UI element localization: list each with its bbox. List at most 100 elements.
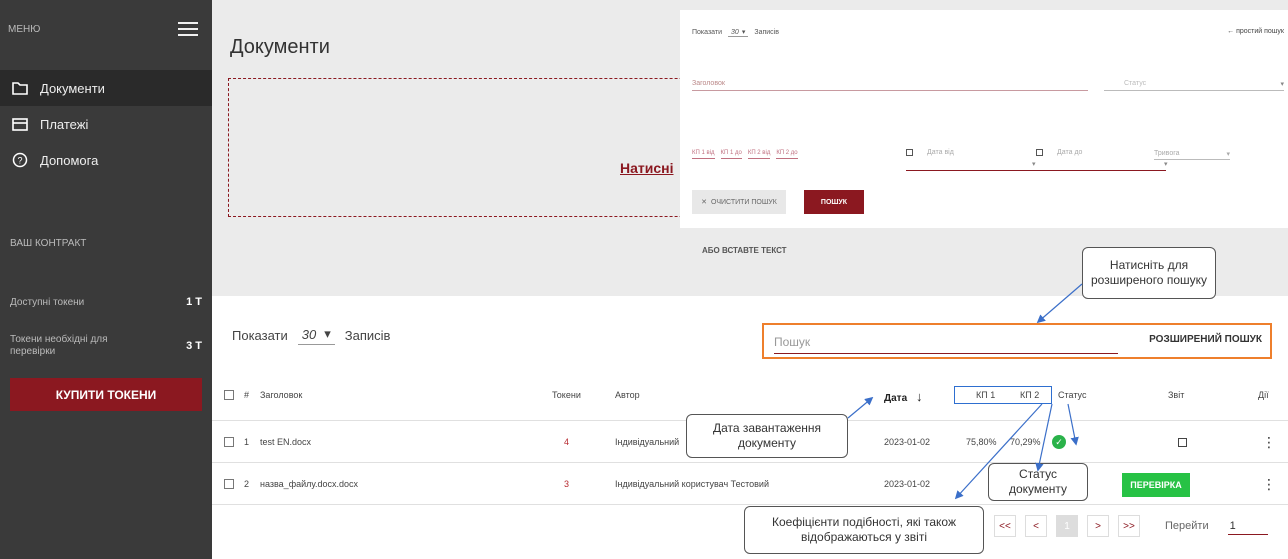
callout-upload-date: Дата завантаження документу [686, 414, 848, 458]
row-checkbox[interactable] [224, 479, 234, 489]
show-label: Показати [232, 328, 288, 343]
sidebar-item-label: Документи [40, 80, 105, 96]
alarm-filter-select[interactable]: Тривога ▾ [1154, 150, 1230, 160]
date-underline [906, 170, 1166, 171]
sidebar: МЕНЮ Документи Платежі ? Допомога ВАШ КО… [0, 0, 212, 559]
search-input[interactable]: Пошук [774, 335, 1118, 354]
goto-label: Перейти [1165, 520, 1209, 532]
records-per-page: Показати 30 ▾ Записів [232, 326, 390, 345]
chevron-down-icon: ▾ [324, 326, 331, 341]
divider [212, 504, 1288, 505]
row-number: 2 [244, 479, 250, 489]
menu-label: МЕНЮ [8, 23, 41, 35]
contract-label: ВАШ КОНТРАКТ [10, 238, 87, 249]
tokens-available-value: 1 Т [186, 296, 202, 308]
records-select[interactable]: 30 ▾ [297, 326, 335, 345]
last-page-button[interactable]: >> [1118, 515, 1140, 537]
sidebar-item-help[interactable]: ? Допомога [0, 142, 212, 178]
first-page-button[interactable]: << [994, 515, 1016, 537]
row-tokens: 4 [564, 437, 570, 447]
date-to-field[interactable]: Дата до [1036, 149, 1082, 156]
simple-search-link[interactable]: ← простий пошук [1227, 28, 1284, 35]
kp2-to-input[interactable]: КП 2 до [776, 150, 798, 159]
kp1-from-input[interactable]: КП 1 від [692, 150, 715, 159]
advanced-search-button[interactable]: РОЗШИРЕНИЙ ПОШУК [1149, 334, 1262, 345]
search-button[interactable]: ПОШУК [804, 190, 864, 214]
sidebar-item-label: Допомога [40, 152, 99, 168]
adv-records-label: Записів [754, 29, 779, 36]
row-author: Індивідуальний [615, 437, 680, 447]
table-row[interactable]: 2 назва_файлу.docx.docx 3 Індивідуальний… [212, 464, 1288, 504]
prev-page-button[interactable]: < [1025, 515, 1047, 537]
adv-show-label: Показати [692, 29, 723, 36]
col-author[interactable]: Автор [615, 390, 640, 400]
tokens-needed-value: 3 Т [186, 340, 202, 352]
buy-tokens-button[interactable]: КУПИТИ ТОКЕНИ [10, 378, 202, 411]
col-tokens[interactable]: Токени [552, 390, 581, 400]
callout-status: Статус документу [988, 463, 1088, 501]
chevron-down-icon[interactable]: ▾ [1032, 160, 1036, 168]
calendar-icon[interactable] [906, 149, 913, 156]
adv-records-select[interactable]: 30 ▾ [728, 28, 749, 37]
hamburger-menu-icon[interactable] [178, 22, 198, 36]
goto-page-input[interactable]: 1 [1227, 518, 1268, 535]
alarm-label: Тривога [1154, 150, 1180, 157]
chevron-down-icon: ▾ [741, 29, 746, 36]
divider [212, 462, 1288, 463]
next-page-button[interactable]: > [1087, 515, 1109, 537]
select-all-checkbox[interactable] [224, 390, 234, 400]
title-filter-input[interactable]: Заголовок [692, 80, 1088, 91]
svg-text:?: ? [17, 156, 22, 166]
verify-button[interactable]: ПЕРЕВІРКА [1122, 473, 1190, 497]
chevron-down-icon: ▾ [1280, 81, 1284, 88]
row-kp1: 75,80% [966, 437, 997, 447]
upload-link[interactable]: Натисні [620, 160, 674, 176]
kp1-to-input[interactable]: КП 1 до [720, 150, 742, 159]
records-label: Записів [344, 328, 391, 343]
row-title[interactable]: test EN.docx [260, 437, 311, 447]
kp-highlight-box [954, 386, 1052, 404]
page-title: Документи [230, 36, 330, 58]
col-report: Звіт [1168, 390, 1185, 400]
sidebar-menu: Документи Платежі ? Допомога [0, 58, 212, 178]
date-to-label: Дата до [1057, 149, 1083, 156]
col-title[interactable]: Заголовок [260, 390, 302, 400]
sort-down-icon[interactable]: ↓ [916, 389, 923, 404]
row-title[interactable]: назва_файлу.docx.docx [260, 479, 358, 489]
row-checkbox[interactable] [224, 437, 234, 447]
adv-records-value: 30 [731, 28, 739, 36]
card-icon [12, 116, 28, 132]
folder-icon [12, 80, 28, 96]
tokens-needed-label: Токени необхідні для перевірки [10, 334, 108, 357]
row-author: Індивідуальний користувач Тестовий [615, 479, 769, 489]
status-filter-select[interactable]: Статус ▾ [1104, 80, 1284, 91]
col-date[interactable]: Дата ↓ [884, 389, 922, 404]
records-value: 30 [301, 326, 317, 342]
calendar-icon[interactable] [1036, 149, 1043, 156]
more-actions-icon[interactable]: ⋮ [1262, 434, 1276, 451]
sidebar-header: МЕНЮ [0, 0, 212, 58]
sidebar-item-label: Платежі [40, 116, 89, 132]
current-page-button[interactable]: 1 [1056, 515, 1078, 537]
row-date: 2023-01-02 [884, 437, 931, 447]
date-from-field[interactable]: Дата від [906, 149, 954, 156]
adv-show-records: Показати 30 ▾ Записів [692, 28, 779, 37]
chevron-down-icon[interactable]: ▾ [1164, 160, 1168, 168]
status-filter-label: Статус [1124, 80, 1147, 87]
close-icon: ✕ [701, 199, 708, 206]
col-date-label: Дата [884, 393, 908, 404]
status-check-icon: ✓ [1052, 435, 1066, 449]
report-icon[interactable] [1178, 438, 1187, 447]
kp2-from-input[interactable]: КП 2 від [747, 150, 771, 159]
col-actions: Дії [1258, 390, 1269, 400]
sidebar-item-documents[interactable]: Документи [0, 70, 212, 106]
tokens-available-label: Доступні токени [10, 296, 85, 308]
paste-text-link[interactable]: АБО ВСТАВТЕ ТЕКСТ [702, 246, 787, 255]
col-status[interactable]: Статус [1058, 390, 1086, 400]
sidebar-item-payments[interactable]: Платежі [0, 106, 212, 142]
tokens-needed-row: Токени необхідні для перевірки 3 Т [0, 334, 212, 358]
clear-search-button[interactable]: ✕ ОЧИСТИТИ ПОШУК [692, 190, 786, 214]
callout-advanced-search: Натисніть для розширеного пошуку [1082, 247, 1216, 299]
more-actions-icon[interactable]: ⋮ [1262, 476, 1276, 493]
date-from-label: Дата від [927, 149, 954, 156]
